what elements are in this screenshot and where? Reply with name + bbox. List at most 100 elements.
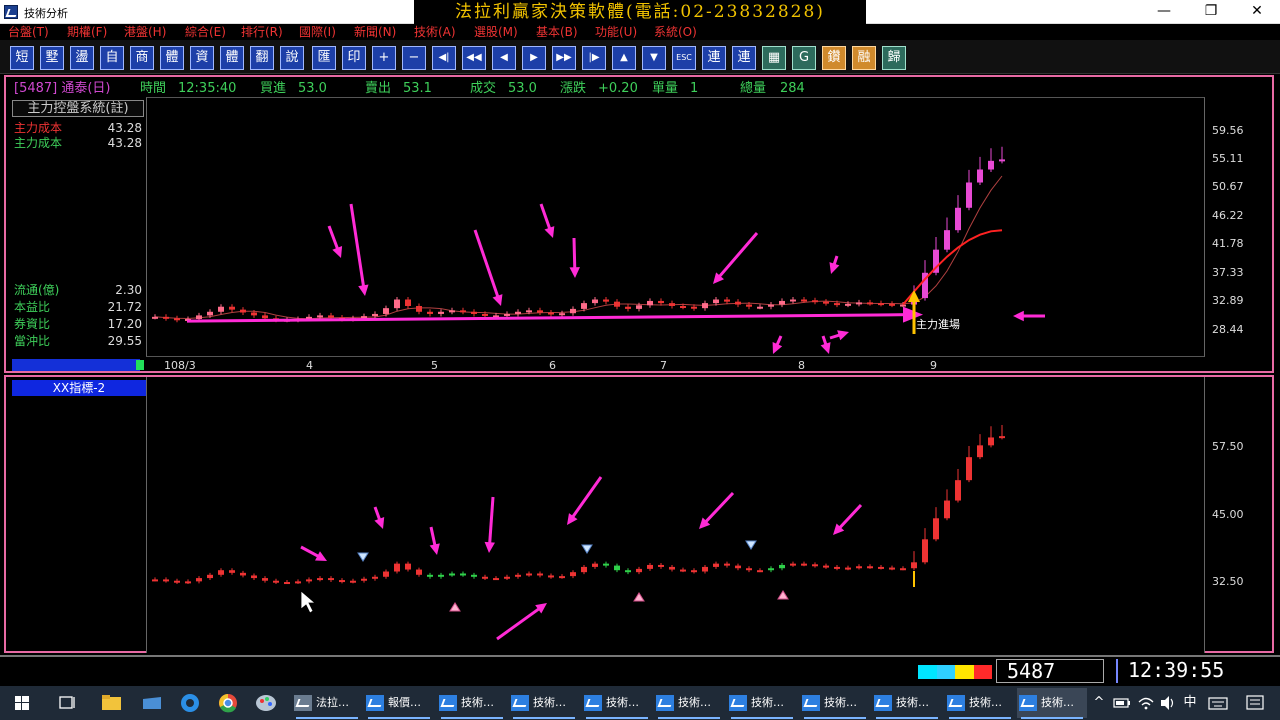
scroll-bar[interactable] (12, 359, 140, 371)
candle-body (427, 311, 433, 314)
taskbar-app[interactable]: 技術… (654, 688, 724, 719)
toolbar-button[interactable]: 翻 (250, 46, 274, 70)
taskbar-app-active[interactable]: 技術… (1017, 688, 1087, 719)
battery-icon[interactable] (1112, 686, 1132, 720)
menu-item[interactable]: 國際(I) (299, 24, 336, 40)
task-label: 技術… (969, 696, 1002, 709)
indicator-bar (647, 564, 653, 569)
first-button[interactable]: ◀| (432, 46, 456, 70)
candle-body (405, 299, 411, 306)
menu-item[interactable]: 選股(M) (474, 24, 518, 40)
x-tick-label: 4 (306, 359, 313, 372)
link-button[interactable]: 連 (732, 46, 756, 70)
candle-body (592, 299, 598, 304)
toolbar-button[interactable]: 體 (220, 46, 244, 70)
toolbar-button[interactable]: 融 (852, 46, 876, 70)
prev-button[interactable]: ◀ (492, 46, 516, 70)
toolbar-button[interactable]: 資 (190, 46, 214, 70)
cost-row: 主力成本 43.28 (12, 121, 144, 136)
toolbar-button[interactable]: 體 (160, 46, 184, 70)
edge-browser-icon[interactable] (176, 686, 204, 720)
indicator-bar (603, 563, 609, 566)
notification-icon[interactable] (1240, 686, 1270, 720)
candle-body (867, 302, 873, 305)
toolbar-button[interactable]: 商 (130, 46, 154, 70)
toolbar-button[interactable]: 匯 (312, 46, 336, 70)
tray-arrow-icon[interactable]: ^ (1090, 686, 1108, 720)
menu-item[interactable]: 功能(U) (595, 24, 637, 40)
menu-item[interactable]: 系統(O) (654, 24, 697, 40)
taskbar-app[interactable]: 法拉… (292, 688, 362, 719)
indicator-bar (174, 580, 180, 583)
indicator-bar (691, 570, 697, 573)
indicator-bar (416, 569, 422, 575)
menu-item[interactable]: 期權(F) (67, 24, 107, 40)
store-icon[interactable] (138, 686, 166, 720)
indicator-bar (988, 437, 994, 446)
price-plot[interactable]: 主力進場 (146, 97, 1205, 357)
cost-value: 43.28 (107, 136, 142, 150)
esc-button[interactable]: ESC (672, 46, 696, 70)
close-button[interactable]: ✕ (1234, 0, 1280, 24)
toolbar-button[interactable]: 短 (10, 46, 34, 70)
toolbar-button[interactable]: 說 (280, 46, 304, 70)
rewind-button[interactable]: ◀◀ (462, 46, 486, 70)
up-button[interactable]: ▲ (612, 46, 636, 70)
input-language[interactable]: 中 (1180, 686, 1200, 720)
zoom-in-button[interactable]: + (372, 46, 396, 70)
taskbar-app[interactable]: 技術… (582, 688, 652, 719)
taskbar-app[interactable]: 技術… (945, 688, 1015, 719)
taskbar-app[interactable]: 技術… (800, 688, 870, 719)
volume-icon[interactable] (1158, 686, 1178, 720)
g-button[interactable]: G (792, 46, 816, 70)
link-button[interactable]: 連 (702, 46, 726, 70)
zoom-out-button[interactable]: − (402, 46, 426, 70)
toolbar-button[interactable]: 印 (342, 46, 366, 70)
toolbar-button[interactable]: 自 (100, 46, 124, 70)
start-button[interactable] (0, 686, 44, 720)
fundamental-label: 本益比 (14, 300, 51, 314)
toolbar-button[interactable]: 歸 (882, 46, 906, 70)
last-button[interactable]: |▶ (582, 46, 606, 70)
taskbar-app[interactable]: 技術… (872, 688, 942, 719)
candle-body (680, 306, 686, 308)
system-title[interactable]: 主力控盤系統(註) (12, 100, 144, 117)
candle-body (416, 306, 422, 312)
menu-item[interactable]: 新聞(N) (354, 24, 396, 40)
toolbar-button[interactable]: 鑽 (822, 46, 846, 70)
menu-item[interactable]: 港盤(H) (124, 24, 166, 40)
volume-label: 總量 (740, 81, 767, 96)
minimize-button[interactable]: — (1141, 0, 1187, 24)
toolbar-button[interactable]: 盪 (70, 46, 94, 70)
candle-body (724, 299, 730, 302)
chrome-browser-icon[interactable] (214, 686, 242, 720)
indicator-bar (460, 573, 466, 576)
task-view-icon[interactable] (52, 686, 82, 720)
menu-item[interactable]: 綜合(E) (185, 24, 226, 40)
status-stock-code[interactable]: 5487 (996, 659, 1104, 683)
taskbar-app[interactable]: 技術… (509, 688, 579, 719)
paint-icon[interactable] (252, 686, 280, 720)
scroll-thumb[interactable] (136, 360, 144, 370)
grid-button[interactable]: ▦ (762, 46, 786, 70)
fast-forward-button[interactable]: ▶▶ (552, 46, 576, 70)
candle-body (471, 311, 477, 314)
taskbar-app[interactable]: 技術… (727, 688, 797, 719)
indicator-bar (350, 580, 356, 583)
down-button[interactable]: ▼ (642, 46, 666, 70)
menu-item[interactable]: 台盤(T) (8, 24, 49, 40)
candle-body (878, 303, 884, 306)
toolbar-button[interactable]: 墅 (40, 46, 64, 70)
menu-item[interactable]: 排行(R) (241, 24, 283, 40)
indicator-plot[interactable] (146, 377, 1205, 653)
menu-item[interactable]: 基本(B) (536, 24, 578, 40)
keyboard-icon[interactable] (1206, 686, 1230, 720)
menu-item[interactable]: 技術(A) (414, 24, 456, 40)
indicator-label[interactable]: XX指標-2 (12, 380, 146, 396)
maximize-button[interactable]: ❐ (1188, 0, 1234, 24)
taskbar-app[interactable]: 報價… (364, 688, 434, 719)
wifi-icon[interactable] (1136, 686, 1156, 720)
next-button[interactable]: ▶ (522, 46, 546, 70)
file-explorer-icon[interactable] (98, 686, 126, 720)
taskbar-app[interactable]: 技術… (437, 688, 507, 719)
